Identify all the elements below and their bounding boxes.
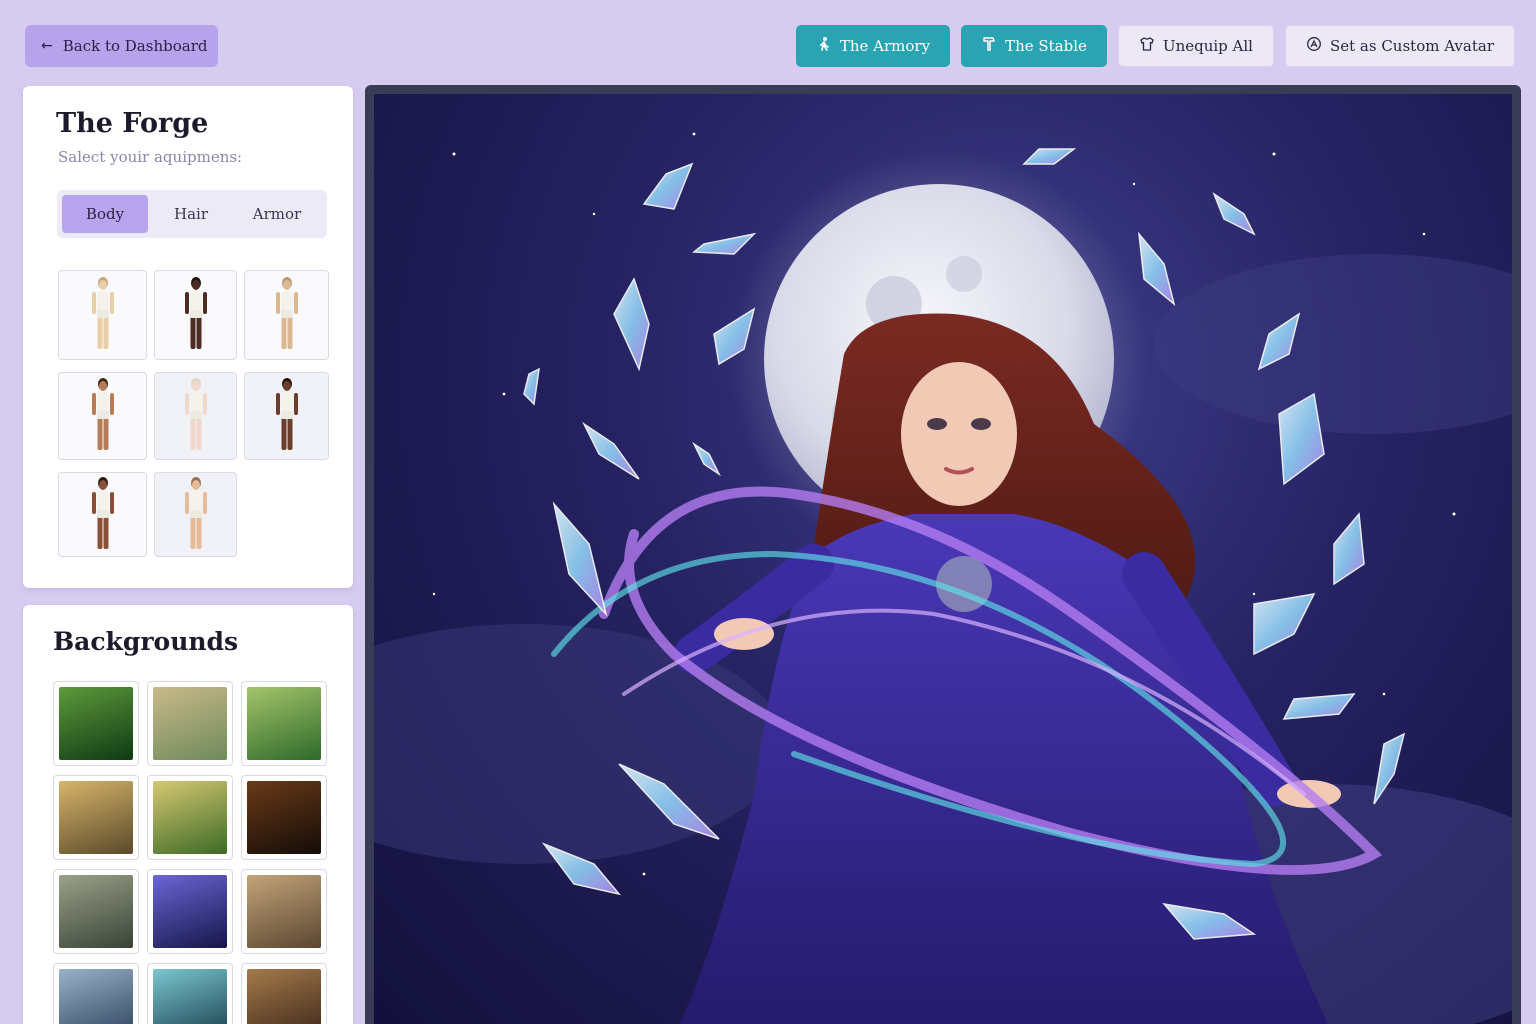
avatar-icon <box>1306 36 1322 56</box>
background-thumbnail <box>153 969 227 1024</box>
hammer-icon <box>981 36 997 56</box>
back-to-dashboard-button[interactable]: ← Back to Dashboard <box>25 25 218 67</box>
body-option-tile[interactable] <box>58 372 147 460</box>
armory-button[interactable]: The Armory <box>795 25 951 67</box>
background-option-crystal-cave[interactable] <box>147 869 233 954</box>
background-thumbnail <box>59 875 133 948</box>
body-option-tile[interactable] <box>154 270 237 360</box>
body-figure-icon <box>91 476 114 549</box>
background-thumbnail <box>247 781 321 854</box>
body-option-tile[interactable] <box>154 472 237 557</box>
tab-armor[interactable]: Armor <box>234 195 320 233</box>
background-thumbnail <box>247 875 321 948</box>
forge-title: The Forge <box>56 108 209 139</box>
body-figure-icon <box>184 476 207 549</box>
unequip-all-button[interactable]: Unequip All <box>1117 25 1274 67</box>
body-option-tile[interactable] <box>58 472 147 557</box>
face <box>901 362 1017 506</box>
stable-button[interactable]: The Stable <box>961 25 1107 67</box>
avatar-preview-image <box>374 94 1512 1024</box>
body-figure-icon <box>91 378 114 450</box>
body-figure-icon <box>275 378 298 450</box>
background-thumbnail <box>153 687 227 760</box>
background-option-forest-glade[interactable] <box>53 681 139 766</box>
unequip-all-label: Unequip All <box>1162 37 1253 55</box>
forge-subtitle: Salect youir aquipmens: <box>58 148 243 166</box>
arrow-left-icon: ← <box>41 38 53 54</box>
background-option-sunny-forest[interactable] <box>241 681 327 766</box>
background-option-ruined-path[interactable] <box>147 681 233 766</box>
background-option-armory-hall[interactable] <box>241 963 327 1024</box>
background-thumbnail <box>59 781 133 854</box>
shirt-icon <box>1139 36 1155 56</box>
stable-label: The Stable <box>1005 37 1087 55</box>
background-thumbnail <box>247 969 321 1024</box>
body-option-tile[interactable] <box>154 372 237 460</box>
set-custom-avatar-label: Set as Custom Avatar <box>1329 37 1494 55</box>
body-option-tile[interactable] <box>244 372 329 460</box>
avatar-preview-frame <box>365 85 1521 1024</box>
body-options-grid <box>58 270 329 557</box>
background-option-old-town[interactable] <box>241 869 327 954</box>
body-figure-icon <box>184 378 207 450</box>
body-figure-icon <box>275 277 298 349</box>
top-actions: The Armory The Stable Unequip All Set as… <box>795 25 1515 67</box>
body-option-tile[interactable] <box>244 270 329 360</box>
tab-hair[interactable]: Hair <box>148 195 234 233</box>
cloud <box>1154 254 1512 434</box>
equipment-tabs: Body Hair Armor <box>57 190 327 238</box>
body-figure-icon <box>184 277 207 349</box>
background-option-ice-hall[interactable] <box>147 963 233 1024</box>
background-option-village-hills[interactable] <box>53 775 139 860</box>
backgrounds-title: Backgrounds <box>53 627 239 656</box>
background-option-dark-tavern[interactable] <box>241 775 327 860</box>
body-figure-icon <box>91 277 114 349</box>
armory-label: The Armory <box>839 37 931 55</box>
background-thumbnail <box>59 969 133 1024</box>
body-option-tile[interactable] <box>58 270 147 360</box>
background-thumbnail <box>153 875 227 948</box>
forge-panel: The Forge Salect youir aquipmens: Body H… <box>23 86 353 588</box>
cloud <box>374 624 784 864</box>
back-to-dashboard-label: Back to Dashboard <box>62 37 208 55</box>
background-options-grid <box>53 681 327 1024</box>
preview-artwork <box>374 132 1512 1024</box>
tab-body[interactable]: Body <box>62 195 148 233</box>
set-custom-avatar-button[interactable]: Set as Custom Avatar <box>1284 25 1515 67</box>
figure-icon <box>816 36 832 56</box>
backgrounds-panel: Backgrounds <box>23 605 353 1024</box>
background-option-meadow[interactable] <box>147 775 233 860</box>
background-option-castle-tower[interactable] <box>53 963 139 1024</box>
background-thumbnail <box>247 687 321 760</box>
background-thumbnail <box>59 687 133 760</box>
background-thumbnail <box>153 781 227 854</box>
background-option-misty-field[interactable] <box>53 869 139 954</box>
